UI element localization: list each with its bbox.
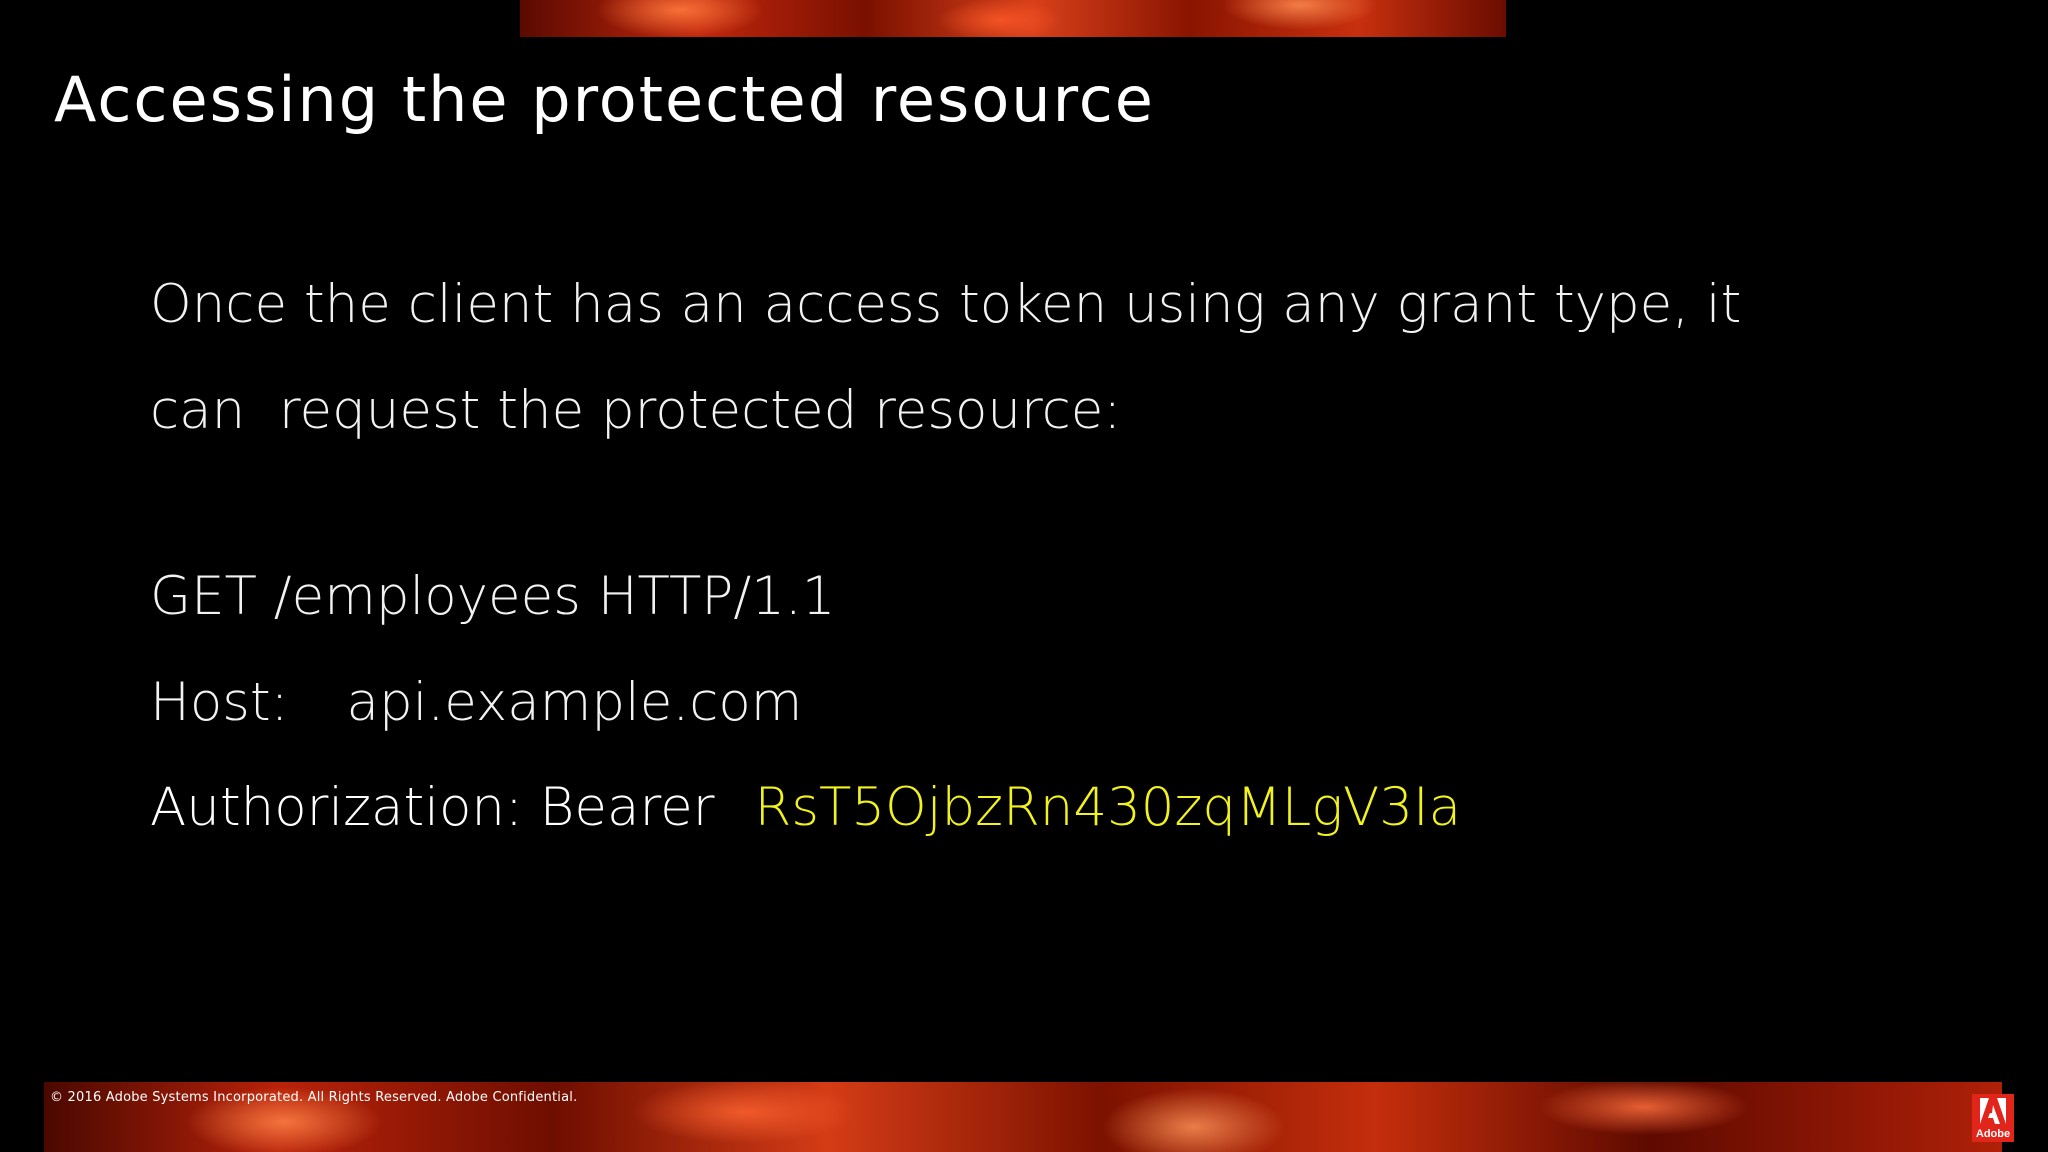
copyright-notice: © 2016 Adobe Systems Incorporated. All R… [50, 1090, 578, 1105]
adobe-a-icon [1980, 1098, 2006, 1124]
body-text-line-2: can request the protected resource: [150, 380, 1122, 441]
authorization-label: Authorization: Bearer [150, 777, 715, 838]
http-host-header: Host: api.example.com [150, 668, 802, 738]
top-decorative-banner [520, 0, 1506, 37]
bearer-token: RsT5OjbzRn430zqMLgV3Ia [754, 777, 1462, 838]
host-label: Host: [150, 672, 289, 733]
http-request-line: GET /employees HTTP/1.1 [150, 566, 836, 627]
slide-title: Accessing the protected resource [54, 63, 1155, 136]
body-text-line-1: Once the client has an access token usin… [150, 274, 1742, 335]
host-value: api.example.com [346, 672, 803, 733]
adobe-logo-text: Adobe [1975, 1128, 2011, 1140]
adobe-logo: Adobe [1972, 1094, 2014, 1142]
http-authorization-header: Authorization: Bearer RsT5OjbzRn430zqMLgV… [150, 773, 1461, 843]
